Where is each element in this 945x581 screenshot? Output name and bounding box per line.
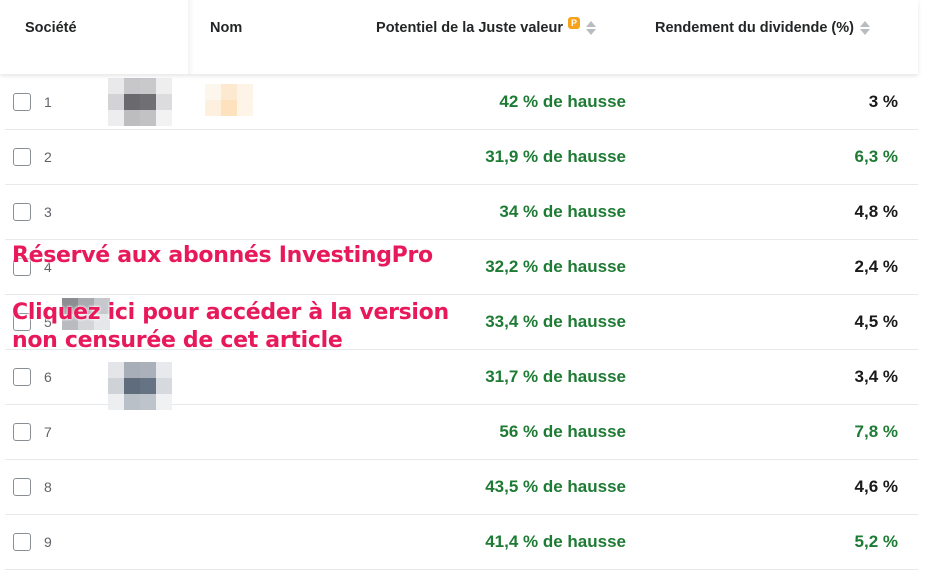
sticky-column-divider [188,0,194,74]
row-checkbox[interactable] [13,93,31,111]
row-rank: 7 [44,424,52,440]
dividend-yield: 4,6 % [854,477,898,496]
table-row[interactable]: 7 56 % de hausse 7,8 % [5,405,918,460]
dividend-yield: 4,8 % [854,202,898,221]
row-checkbox[interactable] [13,148,31,166]
investingpro-badge-icon: P [568,17,580,29]
paywall-title[interactable]: Réservé aux abonnés InvestingPro [12,243,433,269]
censored-company-cell [62,405,407,459]
header-nom[interactable]: Nom [210,20,242,36]
sort-arrows-icon[interactable] [586,21,596,35]
fair-value-potential: 34 % de hausse [499,202,626,221]
dividend-yield: 3,4 % [854,367,898,386]
fair-value-potential: 43,5 % de hausse [485,477,626,496]
censored-company-cell [62,515,407,569]
censored-logo-1 [108,78,172,126]
fair-value-potential: 31,9 % de hausse [485,147,626,166]
censored-logo-6 [108,362,172,410]
row-checkbox[interactable] [13,203,31,221]
censored-company-cell [62,460,407,514]
screener-table: Société Nom Potentiel de la Juste valeur… [0,0,945,581]
censored-company-cell [62,130,407,184]
fair-value-potential: 31,7 % de hausse [485,367,626,386]
row-checkbox[interactable] [13,368,31,386]
sort-arrows-icon[interactable] [860,21,870,35]
dividend-yield: 2,4 % [854,257,898,276]
fair-value-potential: 33,4 % de hausse [485,312,626,331]
dividend-yield: 7,8 % [854,422,898,441]
dividend-yield: 4,5 % [854,312,898,331]
header-dividend[interactable]: Rendement du dividende (%) [655,20,870,36]
paywall-link-line1[interactable]: Cliquez ici pour accéder à la version [12,300,449,326]
header-fair-value-label: Potentiel de la Juste valeur [376,20,563,36]
censored-logo-1b [205,84,253,124]
dividend-yield: 6,3 % [854,147,898,166]
row-rank: 8 [44,479,52,495]
row-rank: 2 [44,149,52,165]
row-rank: 9 [44,534,52,550]
dividend-yield: 3 % [868,92,898,111]
fair-value-potential: 56 % de hausse [499,422,626,441]
row-checkbox[interactable] [13,423,31,441]
fair-value-potential: 41,4 % de hausse [485,532,626,551]
fair-value-potential: 42 % de hausse [499,92,626,111]
fair-value-potential: 32,2 % de hausse [485,257,626,276]
table-row[interactable]: 8 43,5 % de hausse 4,6 % [5,460,918,515]
header-dividend-label: Rendement du dividende (%) [655,20,854,36]
table-row[interactable]: 9 41,4 % de hausse 5,2 % [5,515,918,570]
header-fair-value[interactable]: Potentiel de la Juste valeur P [376,17,596,36]
row-rank: 1 [44,94,52,110]
row-checkbox[interactable] [13,533,31,551]
paywall-link-line2[interactable]: non censurée de cet article [12,328,343,354]
row-checkbox[interactable] [13,478,31,496]
table-row[interactable]: 2 31,9 % de hausse 6,3 % [5,130,918,185]
row-rank: 6 [44,369,52,385]
row-rank: 3 [44,204,52,220]
dividend-yield: 5,2 % [854,532,898,551]
censored-company-cell [62,185,407,239]
table-row[interactable]: 3 34 % de hausse 4,8 % [5,185,918,240]
header-societe[interactable]: Société [25,20,77,36]
table-header: Société Nom Potentiel de la Juste valeur… [0,0,918,74]
